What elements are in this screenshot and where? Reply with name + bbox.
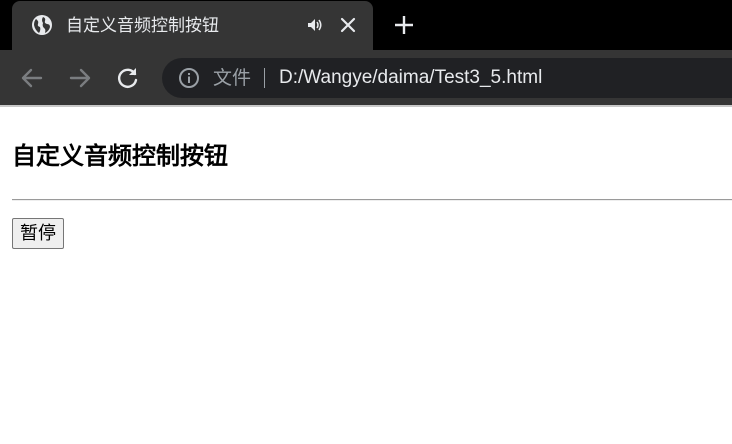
scheme-label: 文件 <box>213 67 252 89</box>
arrow-right-icon[interactable] <box>67 65 93 91</box>
page-title: 自定义音频控制按钮 <box>12 142 228 170</box>
browser-toolbar: 文件 D:/Wangye/daima/Test3_5.html <box>0 50 732 105</box>
url-text[interactable]: D:/Wangye/daima/Test3_5.html <box>279 65 542 91</box>
plus-icon[interactable] <box>393 14 415 36</box>
active-tab[interactable]: 自定义音频控制按钮 <box>12 1 373 50</box>
speaker-icon[interactable] <box>307 17 323 33</box>
address-separator <box>264 68 265 88</box>
pause-button[interactable]: 暂停 <box>12 218 64 249</box>
horizontal-rule <box>12 199 732 201</box>
reload-icon[interactable] <box>115 65 141 91</box>
browser-tab-strip: 自定义音频控制按钮 <box>0 0 732 50</box>
tab-title: 自定义音频控制按钮 <box>66 16 219 36</box>
globe-icon <box>32 15 52 35</box>
toolbar-divider <box>0 105 732 107</box>
info-icon[interactable] <box>178 67 200 89</box>
close-icon[interactable] <box>338 15 358 35</box>
arrow-left-icon[interactable] <box>19 65 45 91</box>
address-bar[interactable]: 文件 D:/Wangye/daima/Test3_5.html <box>162 58 732 98</box>
